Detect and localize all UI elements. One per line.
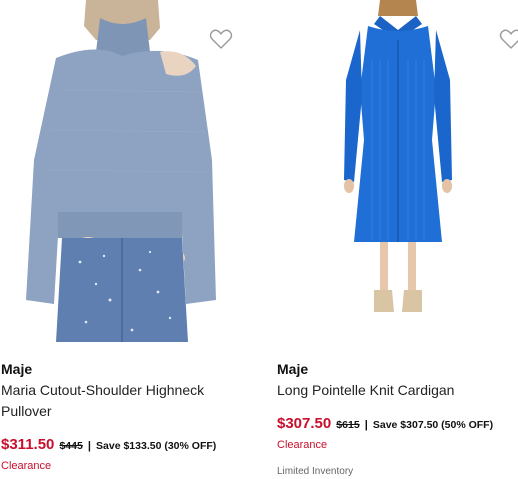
product-photo[interactable]: [0, 0, 242, 342]
savings-text: Save $133.50 (30% OFF): [96, 440, 217, 452]
product-name-link[interactable]: Maria Cutout-Shoulder Highneck Pullover: [1, 380, 241, 422]
product-card[interactable]: Maje Maria Cutout-Shoulder Highneck Pull…: [0, 0, 242, 472]
product-photo[interactable]: [276, 0, 518, 342]
original-price: $615: [336, 419, 360, 431]
product-brand[interactable]: Maje: [1, 360, 32, 378]
inventory-status: Limited Inventory: [277, 466, 354, 477]
clearance-badge: Clearance: [277, 439, 328, 451]
price-row: $307.50 $615 | Save $307.50 (50% OFF): [277, 415, 493, 434]
clearance-badge: Clearance: [1, 460, 52, 472]
price-separator: |: [87, 440, 91, 452]
heart-outline-icon[interactable]: [208, 26, 234, 52]
product-card[interactable]: Maje Long Pointelle Knit Cardigan $307.5…: [276, 0, 518, 477]
heart-outline-icon[interactable]: [498, 26, 518, 52]
sale-price: $311.50: [1, 436, 55, 453]
product-image[interactable]: [0, 0, 242, 342]
savings-text: Save $307.50 (50% OFF): [372, 419, 494, 431]
price-separator: |: [364, 419, 368, 431]
price-row: $311.50 $445 | Save $133.50 (30% OFF): [1, 436, 216, 455]
original-price: $445: [59, 440, 83, 452]
product-image[interactable]: [276, 0, 518, 342]
sale-price: $307.50: [277, 415, 332, 432]
product-name-link[interactable]: Long Pointelle Knit Cardigan: [277, 380, 517, 401]
product-brand[interactable]: Maje: [277, 360, 308, 378]
